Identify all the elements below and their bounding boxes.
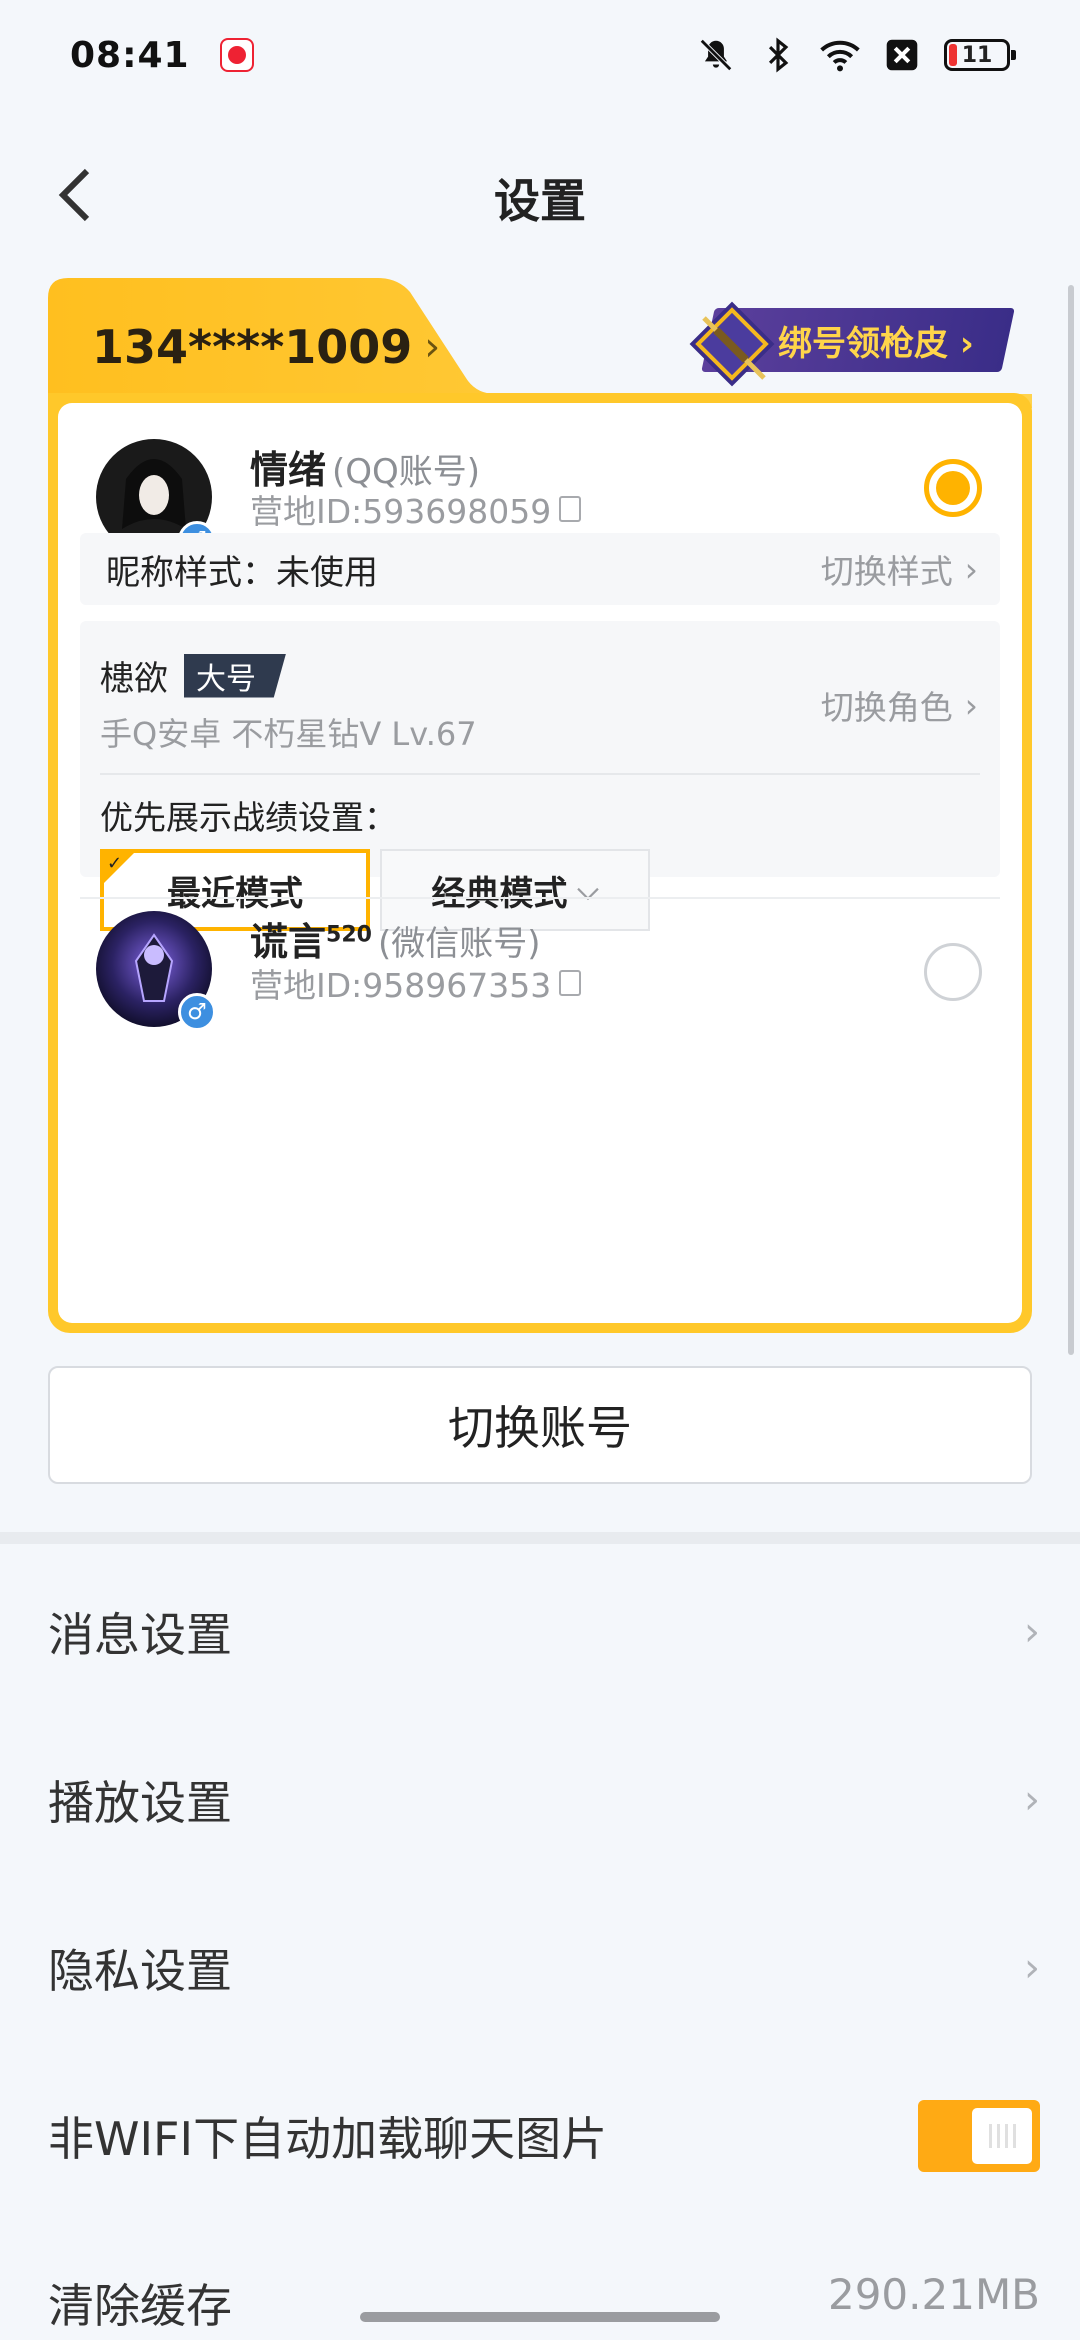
header: 设置 <box>0 110 1080 280</box>
status-icons: 11 <box>696 35 1016 75</box>
menu-item-label: 消息设置 <box>48 1608 232 1662</box>
menu-item-message-settings[interactable]: 消息设置 › <box>0 1548 1080 1716</box>
promo-banner[interactable]: 绑号领枪皮 › <box>678 301 1015 387</box>
chevron-right-icon: › <box>1024 1945 1040 1991</box>
phone-number-text: 134****1009 <box>92 320 413 374</box>
account-card: ♂ 情绪(QQ账号) 营地ID:593698059 昵称样式：未使用 切换样式›… <box>48 393 1032 1333</box>
camp-id: 营地ID:593698059 <box>250 485 582 533</box>
chevron-right-icon: › <box>424 324 441 370</box>
check-icon: ✓ <box>107 853 123 874</box>
status-bar: 08:41 11 <box>0 0 1080 110</box>
switch-style-text: 切换样式 <box>820 552 953 591</box>
account-name-text: 谎言 <box>250 920 327 964</box>
account-radio-selected[interactable] <box>924 459 982 517</box>
account-section: 134****1009 › 绑号领枪皮 › 情绪 (QQ账号) 营地ID:593… <box>48 278 1032 1338</box>
battery-level: 11 <box>961 42 993 68</box>
account-name: 谎言520 (微信账号) <box>250 911 540 966</box>
wifi-icon <box>820 35 860 75</box>
camp-id-text: 营地ID:593698059 <box>250 492 552 531</box>
switch-account-button[interactable]: 切换账号 <box>48 1366 1032 1484</box>
home-indicator[interactable] <box>360 2312 720 2322</box>
chevron-right-icon: › <box>1024 1777 1040 1823</box>
male-gender-icon: ♂ <box>178 993 216 1031</box>
account-type: (微信账号) <box>377 924 541 964</box>
account-radio-unselected[interactable] <box>924 943 982 1001</box>
menu-item-label: 清除缓存 <box>48 2279 232 2333</box>
camp-id-text: 营地ID:958967353 <box>250 966 552 1005</box>
menu-item-label: 非WIFI下自动加载聊天图片 <box>48 2112 608 2166</box>
app-notification-icon <box>219 38 254 72</box>
toggle-knob <box>972 2108 1032 2164</box>
cache-size: 290.21MB <box>827 2270 1040 2319</box>
scrollbar[interactable] <box>1068 285 1074 1355</box>
switch-style-link[interactable]: 切换样式 › <box>821 545 978 593</box>
bluetooth-icon <box>758 35 798 75</box>
promo-label: 绑号领枪皮 › <box>778 323 974 364</box>
nickname-style-label: 昵称样式：未使用 <box>106 552 378 593</box>
menu-item-label: 隐私设置 <box>48 1944 232 1998</box>
mute-icon <box>696 35 736 75</box>
role-tag: 大号 <box>184 653 286 698</box>
role-name: 槵欲 大号 <box>100 651 286 700</box>
rifle-skin-icon <box>689 301 775 387</box>
page-title: 设置 <box>494 174 586 228</box>
copy-icon[interactable] <box>559 970 582 996</box>
promo-text: 绑号领枪皮 <box>778 323 948 364</box>
chevron-right-icon: › <box>1024 1609 1040 1655</box>
section-divider <box>0 1532 1080 1544</box>
copy-icon[interactable] <box>559 496 582 522</box>
chevron-right-icon: › <box>964 685 978 725</box>
menu-item-clear-cache[interactable]: 清除缓存 290.21MB <box>0 2220 1080 2340</box>
divider <box>100 773 980 775</box>
switch-role-link[interactable]: 切换角色 › <box>821 681 978 729</box>
menu-item-label: 播放设置 <box>48 1776 232 1830</box>
chevron-right-icon: › <box>964 549 978 589</box>
camp-id: 营地ID:958967353 <box>250 959 582 1007</box>
mode-selector: ✓ 最近模式 经典模式 ⌵ <box>100 811 980 931</box>
status-time: 08:41 <box>70 34 190 76</box>
auto-load-images-toggle[interactable] <box>918 2100 1040 2172</box>
role-box: 槵欲 大号 手Q安卓 不朽星钻V Lv.67 切换角色 › 优先展示战绩设置： ✓… <box>80 621 1000 931</box>
close-box-icon <box>882 35 922 75</box>
role-name-text: 槵欲 <box>100 659 168 699</box>
role-info: 手Q安卓 不朽星钻V Lv.67 <box>100 715 477 753</box>
phone-number[interactable]: 134****1009 › <box>92 320 440 374</box>
menu-item-privacy-settings[interactable]: 隐私设置 › <box>0 1884 1080 2052</box>
menu-item-playback-settings[interactable]: 播放设置 › <box>0 1716 1080 1884</box>
secondary-account[interactable]: ♂ 谎言520 (微信账号) 营地ID:958967353 <box>58 883 1022 1073</box>
menu-item-auto-load-images: 非WIFI下自动加载聊天图片 <box>0 2052 1080 2220</box>
account-name-suffix: 520 <box>326 922 372 948</box>
nickname-style-row[interactable]: 昵称样式：未使用 切换样式 › <box>80 533 1000 605</box>
account-card-inner: ♂ 情绪(QQ账号) 营地ID:593698059 昵称样式：未使用 切换样式›… <box>58 403 1022 1323</box>
battery-icon: 11 <box>944 39 1016 71</box>
switch-role-text: 切换角色 <box>820 688 953 727</box>
